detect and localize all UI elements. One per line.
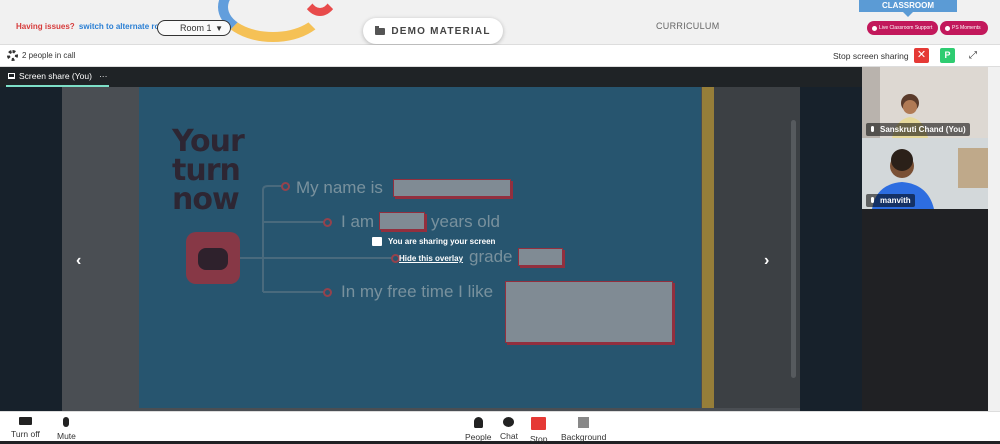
chevron-right-icon[interactable]: › [764,252,769,270]
screen-share-icon [372,237,382,246]
stop-share-label: Stop [530,434,548,444]
stop-share-icon [531,417,547,430]
sharing-overlay-message: You are sharing your screen [372,237,495,246]
bottom-controls: Turn off Mute People Chat Stop Backgroun… [0,411,1000,444]
microphone-icon [63,417,70,427]
hide-overlay-link[interactable]: Hide this overlay [399,254,463,263]
camera-icon [18,417,32,425]
participant-name: manvith [866,194,915,207]
chat-button[interactable]: Chat [500,417,518,441]
people-button[interactable]: People [465,417,491,442]
background-icon [578,417,590,428]
camera-button[interactable]: Turn off [11,417,40,439]
participant-tile[interactable]: Sanskruti Chand (You) [862,67,988,138]
chevron-left-icon[interactable]: ‹ [76,252,81,270]
participant-scrollbar[interactable] [988,67,1000,411]
camera-button-label: Turn off [11,429,40,439]
participant-name: Sanskruti Chand (You) [866,123,970,136]
mute-button[interactable]: Mute [57,417,76,441]
sharing-overlay-dim [62,87,800,411]
stop-share-button[interactable]: Stop [530,417,548,444]
mute-button-label: Mute [57,431,76,441]
sharing-overlay-text: You are sharing your screen [388,237,496,246]
participant-tile[interactable]: manvith [862,138,988,209]
background-button[interactable]: Background [561,417,606,442]
people-icon [473,417,483,428]
chat-button-label: Chat [500,431,518,441]
chat-icon [503,417,515,427]
